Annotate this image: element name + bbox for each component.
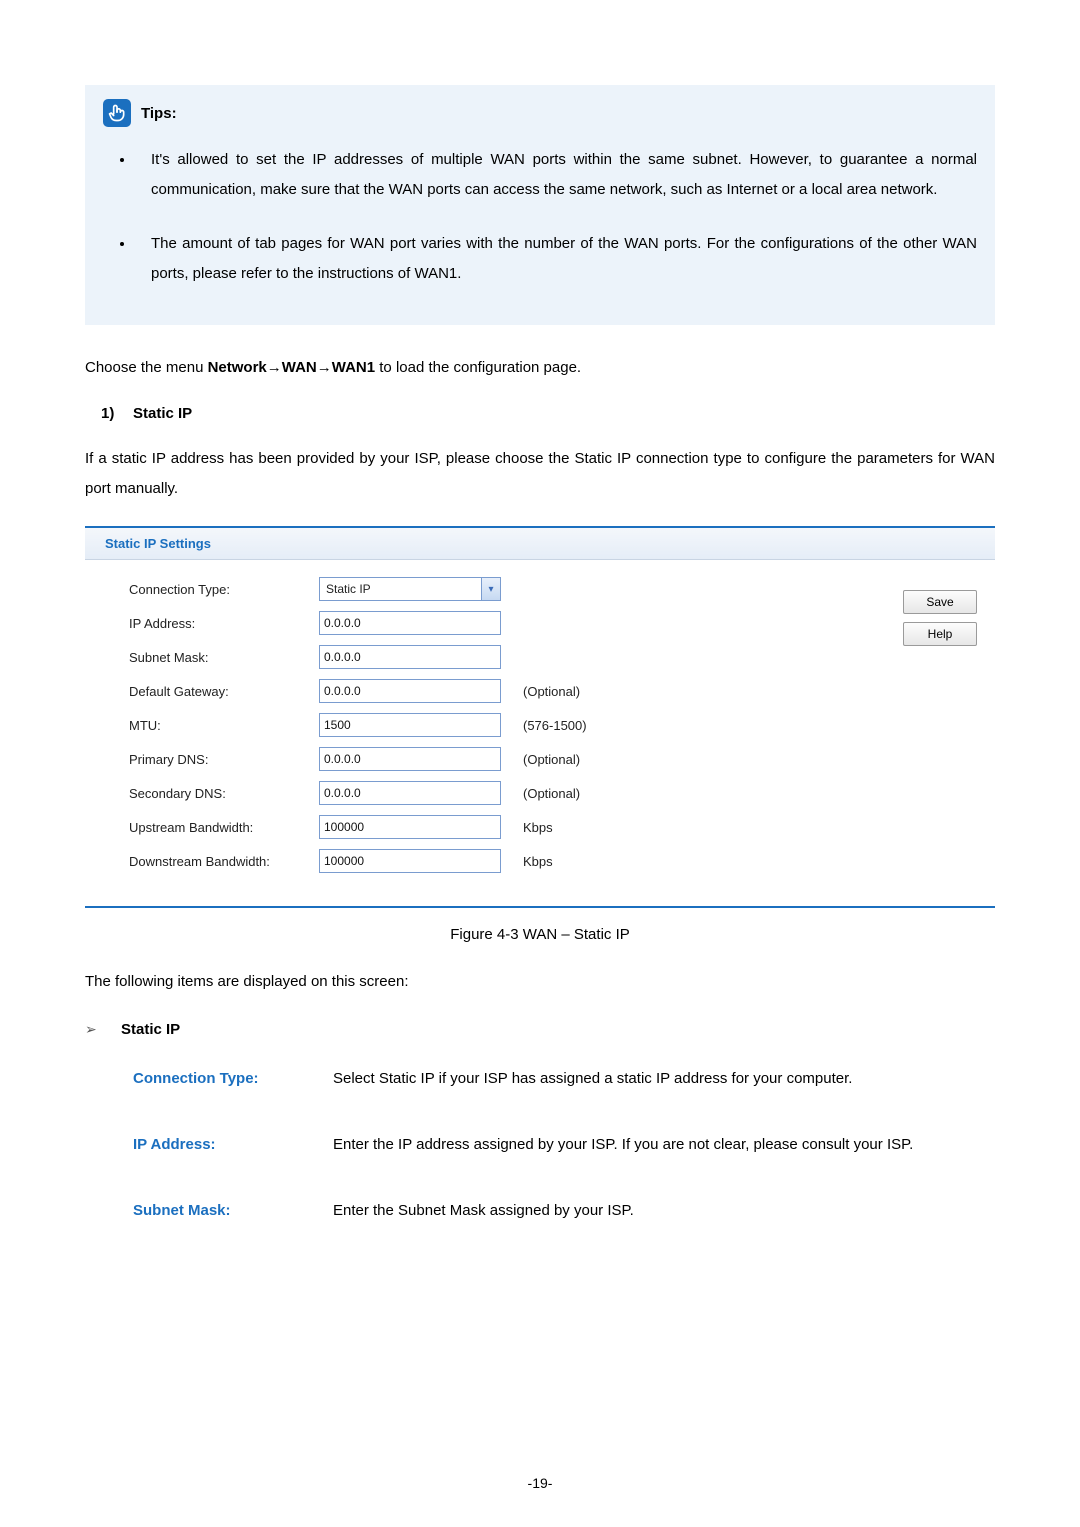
upstream-bandwidth-input[interactable] xyxy=(319,815,501,839)
downstream-bandwidth-input[interactable] xyxy=(319,849,501,873)
suffix-kbps: Kbps xyxy=(509,820,553,835)
definition-term: Subnet Mask: xyxy=(133,1196,333,1226)
definition-desc: Enter the IP address assigned by your IS… xyxy=(333,1130,995,1160)
arrow-right-icon: ➢ xyxy=(85,1021,121,1038)
help-button[interactable]: Help xyxy=(903,622,977,646)
definition-row: Connection Type: Select Static IP if you… xyxy=(85,1064,995,1094)
page-number: -19- xyxy=(0,1475,1080,1491)
connection-type-select[interactable]: Static IP ▾ xyxy=(319,577,501,601)
label-subnet-mask: Subnet Mask: xyxy=(129,650,319,665)
label-ip-address: IP Address: xyxy=(129,616,319,631)
secondary-dns-input[interactable] xyxy=(319,781,501,805)
suffix-kbps: Kbps xyxy=(509,854,553,869)
sub-heading: ➢Static IP xyxy=(85,1021,995,1038)
list-item: It's allowed to set the IP addresses of … xyxy=(135,145,977,205)
text: Choose the menu xyxy=(85,359,208,376)
suffix-optional: (Optional) xyxy=(509,752,580,767)
suffix-mtu-range: (576-1500) xyxy=(509,718,587,733)
default-gateway-input[interactable] xyxy=(319,679,501,703)
definition-term: Connection Type: xyxy=(133,1064,333,1094)
tips-list: It's allowed to set the IP addresses of … xyxy=(103,145,977,289)
section-intro: If a static IP address has been provided… xyxy=(85,444,995,504)
definition-desc: Select Static IP if your ISP has assigne… xyxy=(333,1064,995,1094)
figure-caption: Figure 4-3 WAN – Static IP xyxy=(85,926,995,943)
chevron-down-icon: ▾ xyxy=(481,578,500,600)
menu-path-text: Choose the menu Network→WAN→WAN1 to load… xyxy=(85,353,995,383)
definition-term: IP Address: xyxy=(133,1130,333,1160)
label-secondary-dns: Secondary DNS: xyxy=(129,786,319,801)
label-default-gateway: Default Gateway: xyxy=(129,684,319,699)
save-button[interactable]: Save xyxy=(903,590,977,614)
select-value: Static IP xyxy=(320,578,481,600)
mtu-input[interactable] xyxy=(319,713,501,737)
suffix-optional: (Optional) xyxy=(509,684,580,699)
label-upstream: Upstream Bandwidth: xyxy=(129,820,319,835)
definition-row: Subnet Mask: Enter the Subnet Mask assig… xyxy=(85,1196,995,1226)
tips-box: Tips: It's allowed to set the IP address… xyxy=(85,85,995,325)
label-mtu: MTU: xyxy=(129,718,319,733)
follow-text: The following items are displayed on thi… xyxy=(85,967,995,997)
definition-row: IP Address: Enter the IP address assigne… xyxy=(85,1130,995,1160)
list-item: The amount of tab pages for WAN port var… xyxy=(135,229,977,289)
sub-heading-text: Static IP xyxy=(121,1021,180,1038)
ip-address-input[interactable] xyxy=(319,611,501,635)
text-bold: Network→WAN→WAN1 xyxy=(208,359,376,376)
static-ip-settings-panel: Static IP Settings Connection Type: Stat… xyxy=(85,526,995,908)
suffix-optional: (Optional) xyxy=(509,786,580,801)
number-label: 1) xyxy=(101,405,133,422)
section-heading: 1)Static IP xyxy=(85,405,995,422)
label-downstream: Downstream Bandwidth: xyxy=(129,854,319,869)
panel-title: Static IP Settings xyxy=(85,528,995,560)
primary-dns-input[interactable] xyxy=(319,747,501,771)
hand-point-icon xyxy=(103,99,131,127)
heading-text: Static IP xyxy=(133,405,192,422)
tips-title: Tips: xyxy=(141,105,177,122)
label-primary-dns: Primary DNS: xyxy=(129,752,319,767)
text: to load the configuration page. xyxy=(375,359,581,376)
definition-desc: Enter the Subnet Mask assigned by your I… xyxy=(333,1196,995,1226)
subnet-mask-input[interactable] xyxy=(319,645,501,669)
label-connection-type: Connection Type: xyxy=(129,582,319,597)
